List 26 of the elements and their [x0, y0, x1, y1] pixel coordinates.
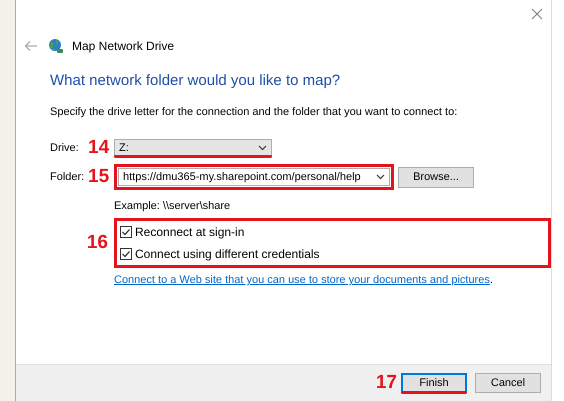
browse-button[interactable]: Browse...: [398, 166, 474, 188]
heading: What network folder would you like to map?: [50, 72, 342, 89]
caret-icon: [376, 174, 385, 180]
annotation-number: 17: [376, 373, 397, 393]
dialog-button[interactable]: Finish: [401, 372, 467, 392]
web-site-link[interactable]: Connect to a Web site that you can use to store your documents and pictures: [114, 274, 490, 286]
checkbox-label[interactable]: Reconnect at sign-in: [135, 225, 244, 239]
folder-label: Folder:: [50, 171, 86, 183]
drive-dropdown[interactable]: Z:: [114, 138, 272, 156]
highlight-underline: [401, 390, 467, 394]
annotation-number: 16: [86, 233, 108, 253]
instruction-text: Specify the drive letter for the connection and the folder that you want to connect to:: [50, 106, 458, 118]
window-title: Map Network Drive: [72, 39, 174, 53]
web-site-sentence: Connect to a Web site that you can use to store your documents and pictures.: [114, 274, 494, 286]
checkbox[interactable]: [120, 226, 132, 238]
drive-label: Drive:: [50, 142, 80, 154]
checkbox[interactable]: [120, 248, 132, 260]
network-drive-icon: [48, 38, 64, 54]
annotation-number: 14: [88, 138, 110, 158]
caret-icon: [258, 144, 267, 150]
checkbox-label[interactable]: Connect using different credentials: [135, 247, 320, 261]
folder-dropdown[interactable]: https://dmu365-my.sharepoint.com/personal/help: [118, 168, 390, 186]
example-text: Example: \\server\share: [114, 200, 232, 212]
dialog-button[interactable]: Cancel: [475, 373, 541, 393]
annotation-number: 15: [88, 167, 110, 187]
close-icon[interactable]: [531, 8, 543, 20]
